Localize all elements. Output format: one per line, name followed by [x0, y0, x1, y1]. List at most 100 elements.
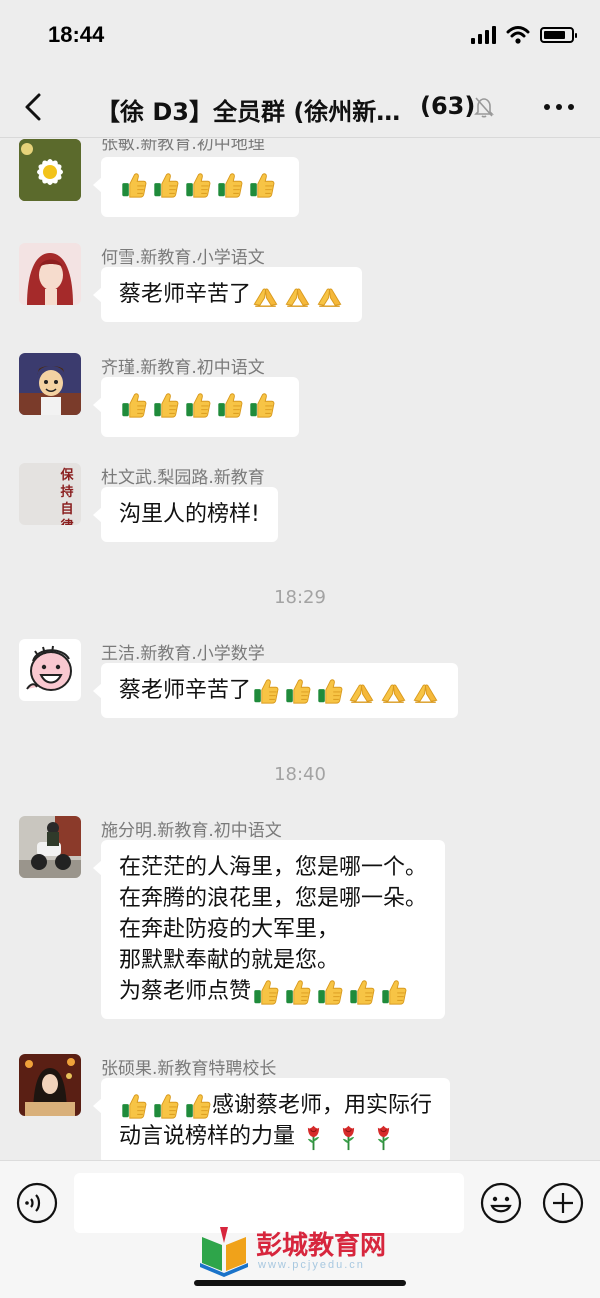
thumbs-up-icon — [119, 171, 148, 199]
pray-icon — [315, 281, 344, 309]
thumbs-up-icon — [119, 391, 148, 419]
cellular-signal-icon — [471, 26, 496, 44]
message-bubble[interactable]: 蔡老师辛苦了 — [92, 267, 363, 322]
more-options-icon[interactable] — [544, 104, 574, 110]
sender-name: 何雪.新教育.小学语文 — [101, 248, 265, 268]
avatar[interactable] — [19, 816, 81, 878]
rose-icon — [369, 1123, 398, 1151]
cartoon-man-avatar-icon — [19, 353, 81, 415]
message-text: 为蔡老师点赞 — [119, 979, 252, 1004]
message-bubble[interactable]: 蔡老师辛苦了 — [92, 663, 459, 718]
message-text: 蔡老师辛苦了 — [119, 678, 252, 703]
festive-portrait-avatar-icon — [19, 1054, 81, 1116]
chat-title[interactable]: 【徐 D3】全员群 (徐州新… — [96, 92, 400, 127]
thumbs-up-icon — [215, 391, 244, 419]
emoji-row — [119, 171, 276, 199]
sender-name: 施分明.新教育.初中语文 — [101, 821, 282, 841]
avatar[interactable] — [19, 639, 81, 701]
emoji-row — [251, 281, 344, 309]
thumbs-up-icon — [283, 978, 312, 1006]
message-bubble[interactable]: 在茫茫的人海里，您是哪一个。 在奔腾的浪花里，您是哪一朵。 在奔赴防疫的大军里，… — [92, 840, 446, 1019]
sender-name: 张硕果.新教育特聘校长 — [101, 1059, 277, 1079]
emoji-row — [299, 1123, 398, 1151]
wifi-icon — [506, 26, 530, 44]
status-time: 18:44 — [48, 22, 105, 47]
thumbs-up-icon — [315, 978, 344, 1006]
thumbs-up-icon — [247, 171, 276, 199]
pray-icon — [283, 281, 312, 309]
pray-icon — [379, 677, 408, 705]
message-bubble[interactable]: 沟里人的榜样! — [93, 487, 278, 542]
avatar[interactable] — [19, 139, 81, 201]
thumbs-up-icon — [315, 677, 344, 705]
woman-portrait-avatar-icon — [19, 243, 81, 305]
watermark-url: www.pcjyedu.cn — [258, 1259, 365, 1271]
message-text-line: 在茫茫的人海里，您是哪一个。 — [119, 855, 428, 880]
add-more-icon[interactable] — [542, 1182, 584, 1224]
message-text: 蔡老师辛苦了 — [119, 282, 252, 307]
avatar[interactable] — [19, 353, 81, 415]
back-arrow-icon[interactable] — [22, 92, 46, 122]
status-icons — [471, 26, 577, 44]
voice-input-icon[interactable] — [16, 1182, 58, 1224]
message-text: 沟里人的榜样! — [119, 502, 260, 527]
timestamp-separator: 18:40 — [274, 764, 326, 785]
motorcycle-photo-avatar-icon — [19, 816, 81, 878]
sender-name: 张敏.新教育.初中地理 — [101, 139, 265, 154]
daisy-avatar-icon — [19, 139, 81, 201]
input-bar: 彭城教育网 www.pcjyedu.cn — [0, 1160, 600, 1298]
book-logo-icon — [200, 1227, 248, 1277]
thumbs-up-icon — [347, 978, 376, 1006]
message-bubble[interactable]: 感谢蔡老师，用实际行 动言说榜样的力量 — [92, 1078, 451, 1160]
thumbs-up-icon — [151, 171, 180, 199]
message-text-line: 那默默奉献的就是您。 — [119, 948, 340, 973]
smiley-cartoon-avatar-icon — [19, 639, 81, 701]
sender-name: 杜文武.梨园路.新教育 — [101, 468, 265, 488]
sender-name: 王洁.新教育.小学数学 — [101, 644, 265, 664]
chat-header: 【徐 D3】全员群 (徐州新… (63) — [0, 76, 600, 138]
message-text-line: 动言说榜样的力量 — [119, 1121, 432, 1152]
battery-icon — [540, 27, 577, 43]
site-watermark: 彭城教育网 www.pcjyedu.cn — [196, 1223, 408, 1281]
avatar[interactable]: 保持自律 — [19, 463, 81, 525]
thumbs-up-icon — [215, 171, 244, 199]
avatar-text: 保持自律 — [60, 468, 74, 525]
message-text: 感谢蔡老师，用实际行 — [212, 1093, 433, 1118]
thumbs-up-icon — [183, 171, 212, 199]
muted-bell-icon — [474, 97, 494, 118]
avatar[interactable] — [19, 1054, 81, 1116]
emoji-row — [251, 978, 408, 1006]
message-bubble[interactable] — [93, 157, 299, 217]
rose-icon — [334, 1123, 363, 1151]
thumbs-up-icon — [283, 677, 312, 705]
emoji-row — [119, 1092, 212, 1120]
emoji-row — [251, 677, 440, 705]
message-text-line: 为蔡老师点赞 — [119, 976, 427, 1007]
message-text-line: 在奔赴防疫的大军里， — [119, 917, 340, 942]
message-text: 动言说榜样的力量 — [119, 1124, 296, 1149]
pray-icon — [411, 677, 440, 705]
thumbs-up-icon — [251, 978, 280, 1006]
message-text-line: 在奔腾的浪花里，您是哪一朵。 — [119, 886, 428, 911]
thumbs-up-icon — [183, 391, 212, 419]
avatar[interactable] — [19, 243, 81, 305]
watermark-text: 彭城教育网 — [256, 1231, 387, 1261]
sender-name: 齐瑾.新教育.初中语文 — [101, 358, 265, 378]
rose-icon — [299, 1123, 328, 1151]
thumbs-up-icon — [151, 1092, 180, 1120]
message-text-line: 感谢蔡老师，用实际行 — [119, 1090, 432, 1121]
timestamp-separator: 18:29 — [274, 587, 326, 608]
thumbs-up-icon — [251, 677, 280, 705]
pray-icon — [347, 677, 376, 705]
message-bubble[interactable] — [93, 377, 299, 437]
message-list: 张敏.新教育.初中地理 何雪.新教育.小学语文 蔡老师辛苦了 齐瑾.新教育.初中… — [0, 139, 600, 1160]
emoji-row — [119, 391, 276, 419]
emoji-picker-icon[interactable] — [480, 1182, 522, 1224]
pray-icon — [251, 281, 280, 309]
thumbs-up-icon — [119, 1092, 148, 1120]
home-indicator[interactable] — [194, 1280, 406, 1286]
thumbs-up-icon — [379, 978, 408, 1006]
member-count: (63) — [420, 92, 476, 120]
thumbs-up-icon — [183, 1092, 212, 1120]
thumbs-up-icon — [151, 391, 180, 419]
